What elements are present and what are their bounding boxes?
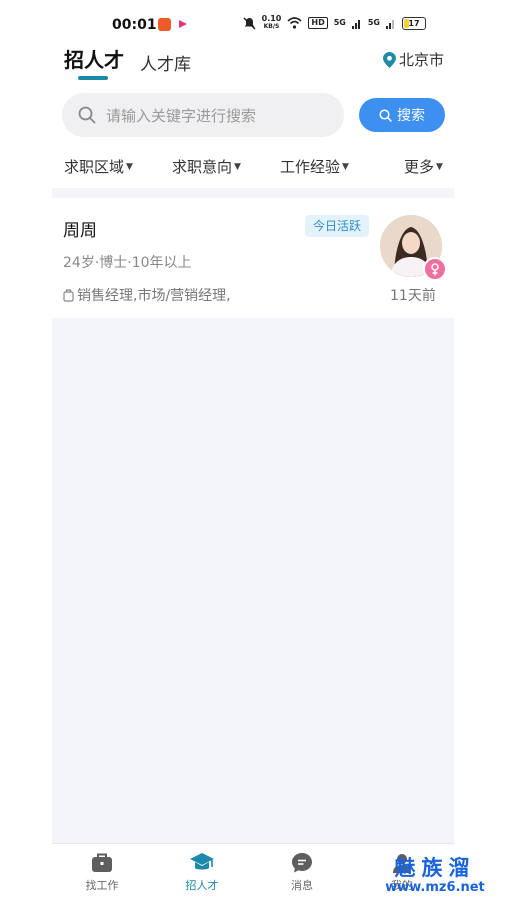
nav-recruit[interactable]: 招人才 (152, 852, 252, 893)
wifi-icon (287, 17, 302, 29)
tab-recruit[interactable]: 招人才 (64, 44, 124, 73)
nav-label: 找工作 (85, 879, 119, 892)
filter-experience[interactable]: 工作经验 ▼ (280, 156, 349, 177)
search-input[interactable]: 请输入关键字进行搜索 (62, 93, 344, 137)
nav-messages[interactable]: 消息 (252, 852, 352, 893)
filter-more[interactable]: 更多 ▼ (404, 156, 443, 177)
candidate-meta: 24岁·博士·10年以上 (63, 255, 192, 271)
nav-find-job[interactable]: 找工作 (52, 852, 152, 893)
app-screen: 00:01 0.10 KB/S HD 5G 5G 17 招人才 人才库 北京市 … (52, 0, 454, 901)
caret-down-icon: ▼ (234, 161, 241, 172)
hd-indicator: HD (308, 17, 328, 29)
watermark: 魅族溜 www.mz6.net (370, 856, 500, 896)
signal-5g-1: 5G (333, 18, 346, 27)
graduation-cap-icon (190, 853, 214, 870)
nav-label: 消息 (291, 879, 313, 892)
battery-icon: 17 (402, 16, 426, 30)
mute-bell-icon (243, 16, 256, 30)
candidate-card[interactable]: 周周 今日活跃 24岁·博士·10年以上 销售经理,市场/营销经理, 11天前 (52, 198, 454, 318)
signal-bars-icon (351, 19, 360, 29)
briefcase-outline-icon (63, 288, 74, 302)
watermark-url: www.mz6.net (385, 880, 485, 895)
filter-bar: 求职区域 ▼ 求职意向 ▼ 工作经验 ▼ 更多 ▼ (64, 156, 444, 178)
active-badge: 今日活跃 (305, 215, 370, 237)
location-pin-icon (382, 51, 396, 68)
status-indicators: 0.10 KB/S HD 5G 5G 17 (243, 15, 426, 31)
search-button-label: 搜索 (397, 108, 425, 124)
tab-talent-pool[interactable]: 人才库 (140, 50, 191, 75)
signal-5g-2: 5G (367, 18, 380, 27)
search-icon (78, 106, 96, 124)
search-button[interactable]: 搜索 (359, 98, 445, 132)
tab-active-indicator (78, 76, 108, 80)
last-active-time: 11天前 (390, 288, 436, 304)
candidate-jobs: 销售经理,市场/营销经理, (63, 285, 231, 305)
app-notification-icon (158, 18, 171, 31)
nav-label: 招人才 (185, 879, 219, 892)
status-bar: 00:01 0.10 KB/S HD 5G 5G 17 (52, 0, 454, 50)
candidate-name: 周周 (63, 221, 97, 241)
briefcase-icon (92, 853, 112, 872)
network-speed: 0.10 KB/S (261, 14, 282, 31)
female-icon (423, 257, 447, 281)
caret-down-icon: ▼ (342, 161, 349, 172)
filter-region[interactable]: 求职区域 ▼ (64, 156, 133, 177)
flag-icon (179, 20, 187, 28)
search-icon (379, 108, 392, 122)
city-selector[interactable]: 北京市 (382, 49, 444, 70)
caret-down-icon: ▼ (126, 161, 133, 172)
filter-intention[interactable]: 求职意向 ▼ (172, 156, 241, 177)
message-icon (292, 853, 312, 873)
watermark-title: 魅族溜 (394, 856, 476, 880)
city-label: 北京市 (398, 51, 444, 69)
signal-bars-icon-2 (386, 19, 394, 29)
search-placeholder: 请输入关键字进行搜索 (106, 106, 257, 125)
status-time: 00:01 (112, 17, 157, 33)
caret-down-icon: ▼ (436, 161, 443, 172)
